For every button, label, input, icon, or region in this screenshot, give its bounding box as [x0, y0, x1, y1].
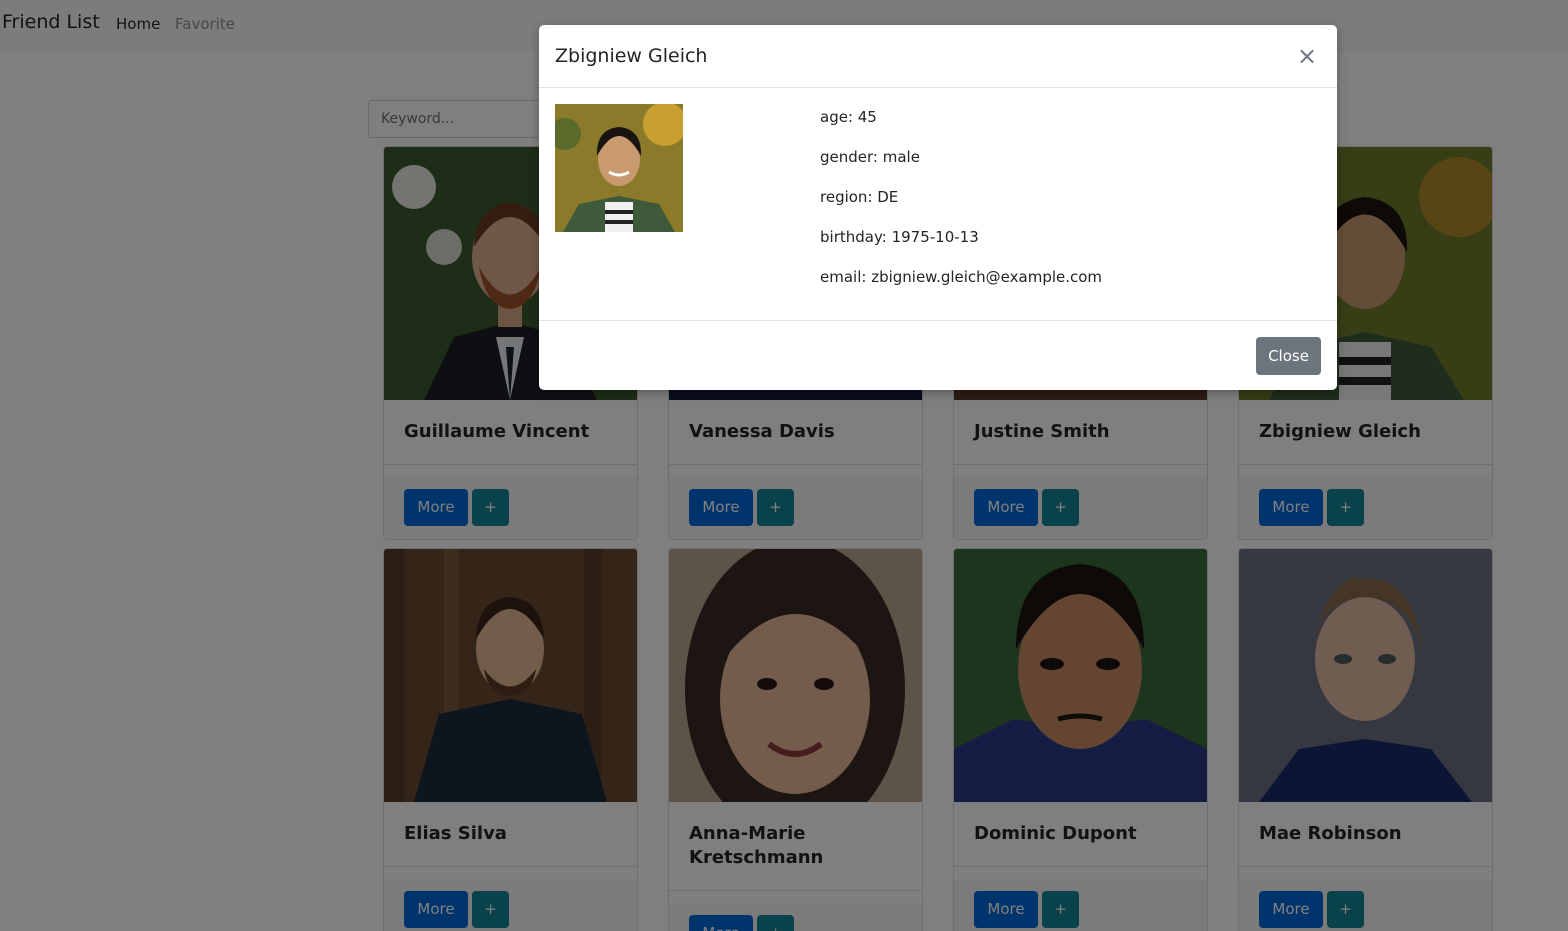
friend-detail-modal: Zbigniew Gleich × age: 45 gender: male r…	[539, 25, 1337, 390]
close-button[interactable]: Close	[1256, 337, 1321, 375]
detail-region: region: DE	[820, 188, 899, 206]
close-icon[interactable]: ×	[1297, 42, 1317, 70]
detail-gender: gender: male	[820, 148, 920, 166]
modal-title: Zbigniew Gleich	[555, 45, 708, 67]
friend-photo	[555, 104, 683, 232]
detail-birthday: birthday: 1975-10-13	[820, 228, 979, 246]
modal-footer: Close	[539, 320, 1337, 390]
detail-email: email: zbigniew.gleich@example.com	[820, 268, 1103, 286]
detail-age: age: 45	[820, 108, 877, 126]
modal-header: Zbigniew Gleich ×	[539, 25, 1337, 88]
